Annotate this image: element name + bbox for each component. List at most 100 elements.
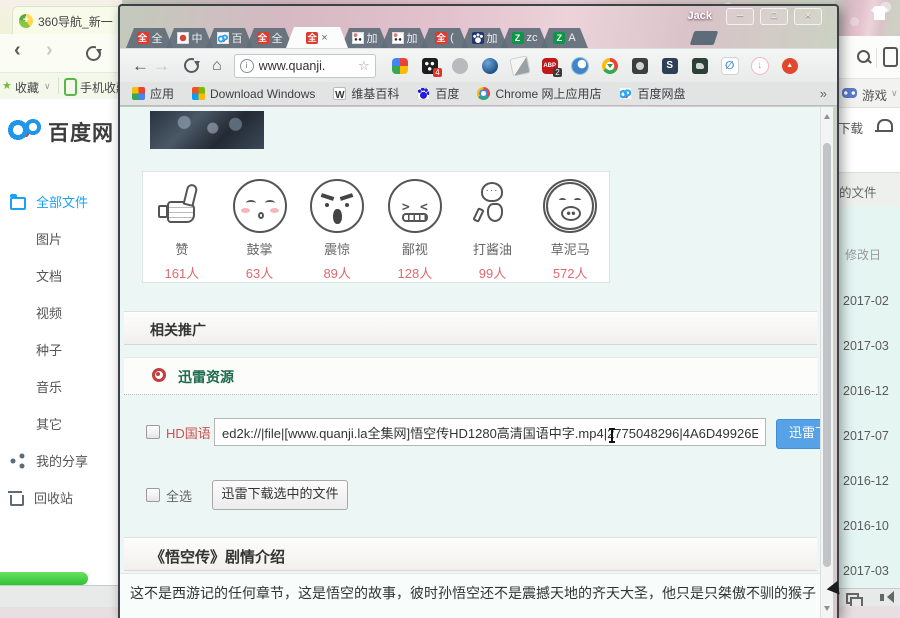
tab-favicon: 全 <box>137 32 149 44</box>
new-tab-button[interactable] <box>690 31 719 45</box>
inactive-extension-icon[interactable] <box>452 58 468 74</box>
phone-favorites-button[interactable]: 手机收藏夹 <box>80 79 122 96</box>
sidebar-item-icon <box>10 197 26 210</box>
leaf-extension-icon[interactable]: ∅ <box>722 58 738 74</box>
sidebar-item[interactable]: 种子 <box>0 331 122 368</box>
bg-back-button[interactable]: ‹ <box>14 39 21 62</box>
bookmarks-bar: 应用 Download Windows W 维基百科 百度 Chrome 网上应… <box>120 82 837 106</box>
download-link[interactable]: 下载 <box>838 118 863 137</box>
sidebar-item[interactable]: 我的分享 <box>0 442 122 479</box>
bookmark-item[interactable]: 百度网盘 <box>619 85 685 102</box>
bookmarks-overflow-button[interactable]: » <box>820 86 827 101</box>
s-extension-icon[interactable]: S <box>662 58 678 74</box>
sidebar-item[interactable]: 其它 <box>0 405 122 442</box>
sidebar-item[interactable]: 视频 <box>0 294 122 331</box>
browser-tab[interactable]: 百 <box>206 28 253 48</box>
reaction-item[interactable]: 鼓掌 63人 <box>221 179 299 282</box>
cloud-download-extension-icon[interactable]: ↓ <box>752 58 768 74</box>
adblock-plus-icon[interactable]: ABP 2 <box>542 58 558 74</box>
sidebar-item[interactable]: 音乐 <box>0 368 122 405</box>
address-bar[interactable]: i www.quanji. ☆ <box>234 54 376 78</box>
browser-tab[interactable]: 加 <box>381 28 428 48</box>
files-tab-label: 的文件 <box>839 182 877 201</box>
browser-tab[interactable]: Z zc <box>501 28 548 48</box>
back-button[interactable]: ← <box>132 57 149 74</box>
sidebar-item[interactable]: 回收站 <box>0 479 122 516</box>
site-info-icon[interactable]: i <box>240 59 254 73</box>
globe-extension-icon[interactable] <box>482 58 498 74</box>
bookmark-item[interactable]: 百度 <box>417 85 459 102</box>
files-tab[interactable]: 的文件 <box>835 172 900 208</box>
scrollbar-up-arrow[interactable] <box>824 111 830 119</box>
apps-extension-icon[interactable]: 4 <box>422 58 438 74</box>
favorites-button[interactable]: 收藏 <box>15 79 39 96</box>
photos-extension-icon[interactable] <box>392 58 408 74</box>
bg-favorites-bar: ★ 收藏 ∨ 手机收藏夹 <box>0 72 122 101</box>
bookmark-star-icon[interactable]: ☆ <box>358 58 370 74</box>
sidebar-item-label: 种子 <box>36 340 62 359</box>
bg-forward-button[interactable]: › <box>46 39 53 62</box>
game-button[interactable]: 游戏 <box>862 85 887 104</box>
browser-tab[interactable]: 全 × <box>286 27 348 48</box>
speaker-icon[interactable] <box>880 594 884 601</box>
search-icon[interactable] <box>857 50 870 63</box>
bookmark-item[interactable]: 应用 <box>132 85 174 102</box>
sidebar-item[interactable]: 文档 <box>0 257 122 294</box>
reload-button[interactable] <box>184 58 199 73</box>
eraser-extension-icon[interactable] <box>510 56 529 75</box>
minimize-button[interactable]: ─ <box>726 8 754 25</box>
world-extension-icon[interactable] <box>572 58 588 74</box>
scrollbar-down-arrow[interactable] <box>824 606 830 614</box>
download-helper-icon[interactable] <box>602 58 618 74</box>
movie-poster-image[interactable] <box>150 111 264 149</box>
scrollbar-thumb[interactable] <box>823 143 831 567</box>
ed2k-link-input[interactable] <box>214 418 766 446</box>
browser-tab[interactable]: 全 全 <box>246 28 293 48</box>
forward-button[interactable]: → <box>153 57 170 74</box>
reaction-emoji <box>155 179 209 233</box>
evernote-extension-icon[interactable] <box>692 58 708 74</box>
select-all-checkbox[interactable] <box>146 488 160 502</box>
bookmark-item[interactable]: Chrome 网上应用店 <box>477 85 601 102</box>
bg-reload-button[interactable] <box>86 46 101 61</box>
bookmark-item[interactable]: Download Windows <box>192 87 315 101</box>
reaction-item[interactable]: 打酱油 99人 <box>454 179 532 282</box>
bookmark-favicon <box>619 87 632 100</box>
reaction-item[interactable]: 赞 161人 <box>143 179 221 282</box>
bg-tab-360nav[interactable]: 360导航_新一 <box>12 6 122 35</box>
camera-extension-icon[interactable] <box>632 58 648 74</box>
reaction-item[interactable]: 震惊 89人 <box>298 179 376 282</box>
bookmark-item[interactable]: W 维基百科 <box>333 85 399 102</box>
chevron-down-icon[interactable]: ∨ <box>44 81 51 92</box>
browser-tab[interactable]: 中 <box>166 28 213 48</box>
browser-tab[interactable]: 全 全 <box>126 28 173 48</box>
browser-tab[interactable]: 全 ( <box>421 28 468 48</box>
page-scrollbar[interactable] <box>820 107 833 618</box>
sidebar-item[interactable]: 全部文件 <box>0 183 122 220</box>
file-checkbox[interactable] <box>146 425 160 439</box>
reaction-label: 草泥马 <box>531 239 609 258</box>
reaction-item[interactable]: 鄙视 128人 <box>376 179 454 282</box>
sidebar-item[interactable]: 图片 <box>0 220 122 257</box>
chevron-down-icon[interactable]: ∨ <box>891 88 898 99</box>
modified-date: 2016-12 <box>843 458 900 503</box>
360nav-icon <box>19 14 33 28</box>
notification-bell-icon[interactable] <box>877 119 893 132</box>
bookmark-favicon <box>132 87 145 100</box>
home-button[interactable]: ⌂ <box>212 58 222 74</box>
reaction-count: 128人 <box>376 263 454 282</box>
close-button[interactable]: × <box>794 8 822 25</box>
maximize-button[interactable]: □ <box>760 8 788 25</box>
browser-tab[interactable]: 加 <box>461 28 508 48</box>
back-to-top-extension-icon[interactable]: ▲ <box>782 58 798 74</box>
sidebar-item-icon <box>10 379 26 395</box>
reaction-count: 89人 <box>298 263 376 282</box>
download-selected-button[interactable]: 迅雷下载选中的文件 <box>212 480 348 510</box>
tab-label: 加 <box>367 30 378 46</box>
browser-tab[interactable]: Z A <box>541 28 588 48</box>
browser-tab[interactable]: 加 <box>341 28 388 48</box>
sidebar-item-label: 我的分享 <box>36 451 88 470</box>
bookmark-label: Chrome 网上应用店 <box>495 85 601 102</box>
reaction-item[interactable]: 草泥马 572人 <box>531 179 609 282</box>
phone-icon[interactable] <box>883 47 898 67</box>
